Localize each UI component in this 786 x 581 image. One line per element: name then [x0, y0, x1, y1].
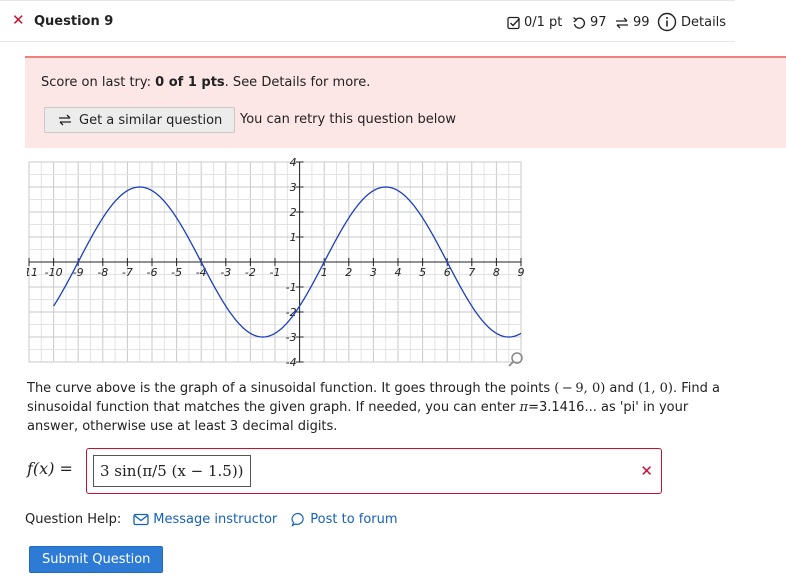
x-tick-label: -5 — [171, 266, 182, 279]
zoom-icon — [508, 352, 523, 367]
y-tick-label: -1 — [286, 281, 297, 294]
retries-indicator: 97 — [572, 15, 607, 30]
y-tick-label: -3 — [286, 331, 297, 344]
message-instructor-label[interactable]: Message instructor — [153, 512, 277, 527]
score-result: 0 of 1 pts — [155, 75, 225, 90]
score-prefix: Score on last try: — [41, 75, 156, 90]
x-tick-label: 4 — [395, 266, 402, 279]
score-suffix: . See Details for more. — [224, 75, 371, 90]
swap-icon — [616, 17, 628, 28]
score-value: 0/1 pt — [524, 15, 563, 30]
answer-field-container[interactable]: 3 sin(π/5 (x − 1.5)) ✕ — [86, 448, 662, 494]
x-tick-label: -3 — [220, 266, 231, 279]
answer-input[interactable]: 3 sin(π/5 (x − 1.5)) — [93, 455, 251, 487]
x-tick-label: -2 — [245, 266, 256, 279]
last-try-score-text: Score on last try: 0 of 1 pts. See Detai… — [41, 75, 370, 90]
info-icon — [657, 12, 677, 32]
envelope-icon — [133, 513, 149, 526]
message-instructor-link[interactable]: Message instructor — [133, 512, 277, 527]
question-title: Question 9 — [34, 14, 114, 29]
swap-icon — [59, 114, 71, 126]
incorrect-x-icon: ✕ — [640, 462, 653, 480]
details-label[interactable]: Details — [681, 15, 726, 30]
help-label: Question Help: — [25, 512, 122, 527]
question-help: Question Help: Message instructor Post t… — [25, 512, 398, 527]
y-tick-label: 3 — [290, 181, 297, 194]
last-try-score-box: Score on last try: 0 of 1 pts. See Detai… — [25, 56, 786, 148]
point-one: ( − 9, 0) — [554, 381, 606, 396]
retry-icon — [573, 16, 586, 29]
x-tick-label: -11 — [27, 266, 38, 279]
incorrect-x-icon: ✕ — [12, 11, 25, 29]
y-tick-label: 4 — [290, 158, 297, 169]
question-header: ✕ Question 9 0/1 pt 97 99 Details — [0, 0, 735, 42]
retries-count: 97 — [590, 15, 607, 30]
checkbox-icon — [507, 16, 521, 29]
attempts-count: 99 — [633, 15, 650, 30]
question-text: The curve above is the graph of a sinuso… — [27, 379, 727, 436]
post-to-forum-label[interactable]: Post to forum — [310, 512, 397, 527]
x-tick-label: 7 — [468, 266, 475, 279]
score-indicator: 0/1 pt — [507, 15, 562, 30]
submit-question-button[interactable]: Submit Question — [29, 546, 164, 573]
x-tick-label: 8 — [493, 266, 500, 279]
x-tick-label: -1 — [270, 266, 281, 279]
chat-bubble-icon — [291, 512, 304, 527]
function-label: f(x) = — [27, 459, 73, 478]
y-tick-label: 2 — [290, 206, 297, 219]
post-to-forum-link[interactable]: Post to forum — [291, 512, 398, 527]
x-tick-label: 5 — [419, 266, 426, 279]
question-text-part: The curve above is the graph of a sinuso… — [27, 381, 555, 396]
y-tick-label: 1 — [290, 231, 297, 244]
details-link[interactable]: Details — [657, 12, 726, 32]
x-tick-label: 3 — [370, 266, 377, 279]
y-tick-label: -4 — [286, 356, 297, 368]
sinusoid-graph: -11-10-9-8-7-6-5-4-3-2-11234567894321-1-… — [27, 158, 525, 368]
retry-hint: You can retry this question below — [240, 112, 456, 127]
similar-button-label[interactable]: Get a similar question — [79, 113, 222, 128]
x-tick-label: 2 — [345, 266, 352, 279]
question-text-part: and — [605, 381, 639, 396]
point-two: (1, 0) — [638, 381, 673, 396]
get-similar-question-button[interactable]: Get a similar question — [44, 107, 236, 133]
x-tick-label: -10 — [45, 266, 63, 279]
attempts-indicator: 99 — [614, 15, 650, 30]
x-tick-label: -8 — [97, 266, 108, 279]
x-tick-label: -7 — [122, 266, 133, 279]
pi-symbol: π — [519, 400, 529, 415]
x-tick-label: -6 — [147, 266, 158, 279]
x-tick-label: 9 — [518, 266, 525, 279]
